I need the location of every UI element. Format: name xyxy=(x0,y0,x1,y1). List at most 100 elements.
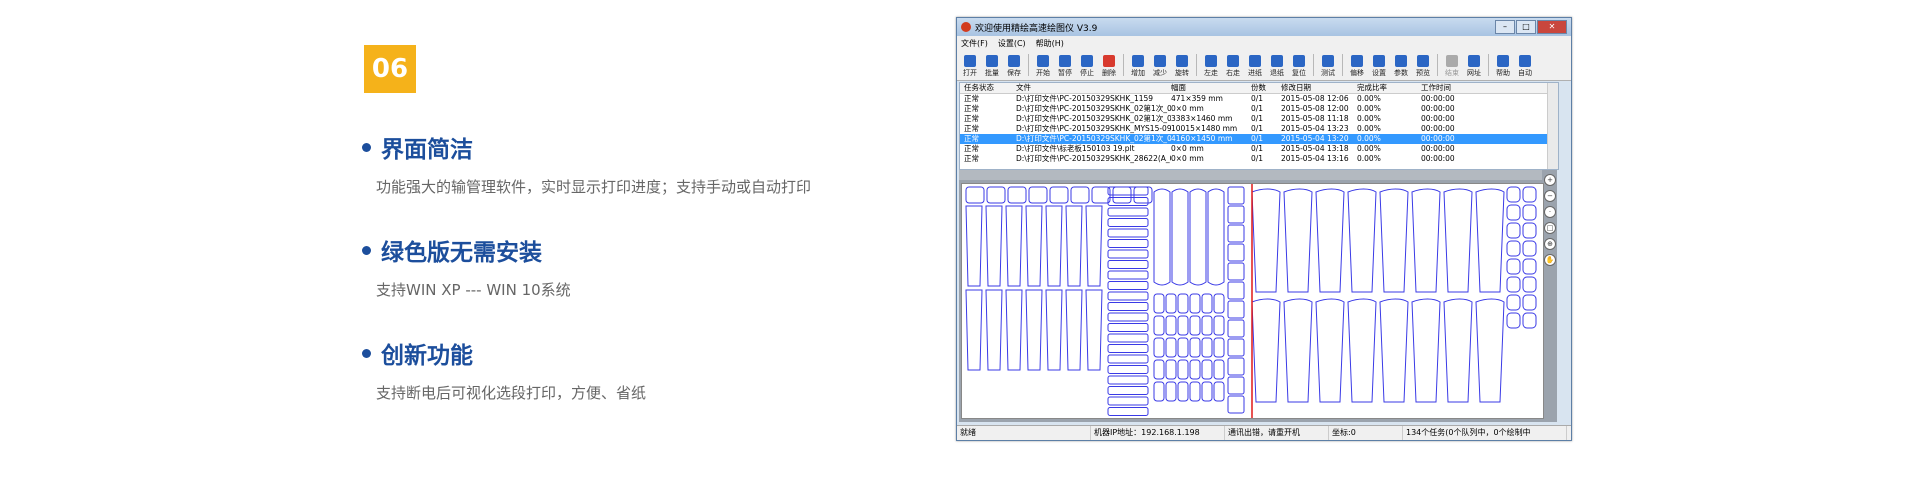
zoom-out-icon[interactable]: − xyxy=(1544,190,1556,202)
toolbar-button-label: 保存 xyxy=(1007,69,1021,77)
toolbar-button[interactable]: 参数 xyxy=(1390,55,1412,78)
pattern-piece xyxy=(1007,186,1027,204)
toolbar-button[interactable]: 批量 xyxy=(981,55,1003,78)
table-cell: D:\打印文件\PC-20150329SKHK_02第1次_0413201... xyxy=(1016,134,1171,143)
toolbar-button[interactable]: 帮助 xyxy=(1492,55,1514,78)
pattern-piece xyxy=(1227,319,1245,338)
toolbar-button[interactable]: 自动 xyxy=(1514,55,1536,78)
table-cell: 正常 xyxy=(964,124,979,133)
window-title: 欢迎使用精绘高速绘图仪 V3.9 xyxy=(975,23,1098,34)
section-number-badge: 06 xyxy=(364,45,416,93)
column-header[interactable]: 工作时间 xyxy=(1421,83,1481,93)
toolbar-button[interactable]: 退纸 xyxy=(1266,55,1288,78)
status-message: 通讯出错，请重开机 xyxy=(1225,426,1329,440)
table-row[interactable]: 正常 D:\打印文件\PC-20150329SKHK_28622(A_041313… xyxy=(960,154,1558,164)
pattern-piece xyxy=(1522,294,1537,311)
pattern-piece xyxy=(1251,298,1281,403)
toolbar-button[interactable]: 删除 xyxy=(1098,55,1120,78)
crosshair-icon[interactable]: ⊕ xyxy=(1544,238,1556,250)
retract-icon xyxy=(1271,55,1283,67)
pattern-piece xyxy=(1107,344,1149,353)
toolbar-button[interactable]: 停止 xyxy=(1076,55,1098,78)
toolbar-button[interactable]: 减少 xyxy=(1149,55,1171,78)
pattern-piece xyxy=(1177,315,1189,336)
toolbar-button[interactable]: 测试 xyxy=(1317,55,1339,78)
column-header[interactable]: 完成比率 xyxy=(1357,83,1421,93)
bullet-icon xyxy=(362,245,371,255)
table-row[interactable]: 正常 D:\打印文件\PC-20150329SKHK_1159 471×359 mm… xyxy=(960,94,1558,104)
feature-desc: 支持断电后可视化选段打印，方便、省纸 xyxy=(376,384,647,402)
pattern-piece xyxy=(1045,205,1063,287)
pattern-piece xyxy=(1283,188,1313,293)
pattern-canvas xyxy=(965,184,1537,418)
close-button[interactable]: ✕ xyxy=(1537,20,1567,34)
menu-file[interactable]: 文件(F) xyxy=(961,38,988,49)
toolbar: 打开 批量 保存 开始 暂停 停止 删除 增加 减少 旋转 左走 右走 进纸 退纸 复位 测试 偏移 设置 参数 预览… xyxy=(957,50,1571,81)
bullet-icon xyxy=(362,348,371,358)
column-header[interactable]: 文件 xyxy=(1016,83,1171,93)
pattern-piece xyxy=(1107,407,1149,416)
toolbar-button[interactable]: 打开 xyxy=(959,55,981,78)
batch-icon xyxy=(986,55,998,67)
toolbar-button[interactable]: 设置 xyxy=(1368,55,1390,78)
toolbar-button-label: 参数 xyxy=(1394,69,1408,77)
menu-settings[interactable]: 设置(C) xyxy=(998,38,1026,49)
toolbar-button[interactable]: 网址 xyxy=(1463,55,1485,78)
toolbar-button[interactable]: 旋转 xyxy=(1171,55,1193,78)
table-row[interactable]: 正常 D:\打印文件\标老板150103 19.plt 0×0 mm 0/1 2015-… xyxy=(960,144,1558,154)
pattern-piece xyxy=(1107,396,1149,406)
column-header[interactable]: 任务状态 xyxy=(960,83,1016,93)
window-titlebar[interactable]: 欢迎使用精绘高速绘图仪 V3.9 – □ ✕ xyxy=(957,18,1571,36)
table-row[interactable]: 正常 D:\打印文件\PC-20150329SKHK_02第1次_0413201.… xyxy=(960,134,1558,144)
pattern-piece xyxy=(1201,337,1213,358)
table-row[interactable]: 正常 D:\打印文件\PC-20150329SKHK_02第1次_0812002.… xyxy=(960,104,1558,114)
toolbar-button-label: 进纸 xyxy=(1248,69,1262,77)
table-row[interactable]: 正常 D:\打印文件\PC-20150329SKHK_02第1次_0811185.… xyxy=(960,114,1558,124)
pattern-piece xyxy=(1165,359,1177,380)
pattern-piece xyxy=(1213,337,1225,358)
table-cell: 00:00:00 xyxy=(1421,144,1455,153)
params-icon xyxy=(1395,55,1407,67)
start-icon xyxy=(1037,55,1049,67)
toolbar-button[interactable]: 右走 xyxy=(1222,55,1244,78)
toolbar-button[interactable]: 暂停 xyxy=(1054,55,1076,78)
pan-hand-icon[interactable]: ✋ xyxy=(1544,254,1556,266)
table-row[interactable]: 正常 D:\打印文件\PC-20150329SKHK_MYS15-099B_041… xyxy=(960,124,1558,134)
table-header: 任务状态 文件 幅面 份数 修改日期 完成比率 工作时间 xyxy=(960,83,1558,94)
zoom-fit-icon[interactable]: · xyxy=(1544,206,1556,218)
save-icon xyxy=(1008,55,1020,67)
toolbar-button[interactable]: 进纸 xyxy=(1244,55,1266,78)
column-header[interactable]: 幅面 xyxy=(1171,83,1251,93)
column-header[interactable]: 修改日期 xyxy=(1281,83,1357,93)
toolbar-button[interactable]: 开始 xyxy=(1032,55,1054,78)
minimize-button[interactable]: – xyxy=(1495,20,1515,34)
pattern-piece xyxy=(985,289,1003,371)
table-cell: 正常 xyxy=(964,104,979,113)
zoom-in-icon[interactable]: + xyxy=(1544,174,1556,186)
toolbar-button[interactable]: 偏移 xyxy=(1346,55,1368,78)
menu-help[interactable]: 帮助(H) xyxy=(1036,38,1064,49)
table-scrollbar[interactable] xyxy=(1547,83,1558,169)
toolbar-button[interactable]: 左走 xyxy=(1200,55,1222,78)
feature-title: 界面简洁 xyxy=(381,137,473,163)
pattern-piece xyxy=(1107,281,1149,290)
toolbar-button[interactable]: 保存 xyxy=(1003,55,1025,78)
toolbar-separator xyxy=(1123,54,1124,76)
pattern-piece xyxy=(1070,186,1090,204)
pattern-preview[interactable] xyxy=(961,183,1544,419)
toolbar-button[interactable]: 预览 xyxy=(1412,55,1434,78)
table-cell: 0.00% xyxy=(1357,114,1381,123)
toolbar-button[interactable]: 复位 xyxy=(1288,55,1310,78)
pattern-piece xyxy=(1207,188,1225,286)
column-header[interactable]: 份数 xyxy=(1251,83,1281,93)
pattern-piece xyxy=(1107,197,1149,206)
maximize-button[interactable]: □ xyxy=(1516,20,1536,34)
stop-icon xyxy=(1081,55,1093,67)
pattern-piece xyxy=(1201,315,1213,336)
toolbar-button[interactable]: 结束 xyxy=(1441,55,1463,78)
toolbar-button-label: 复位 xyxy=(1292,69,1306,77)
pattern-piece xyxy=(1506,294,1521,311)
toolbar-button[interactable]: 增加 xyxy=(1127,55,1149,78)
pattern-piece xyxy=(965,289,983,371)
zoom-window-icon[interactable]: □ xyxy=(1544,222,1556,234)
